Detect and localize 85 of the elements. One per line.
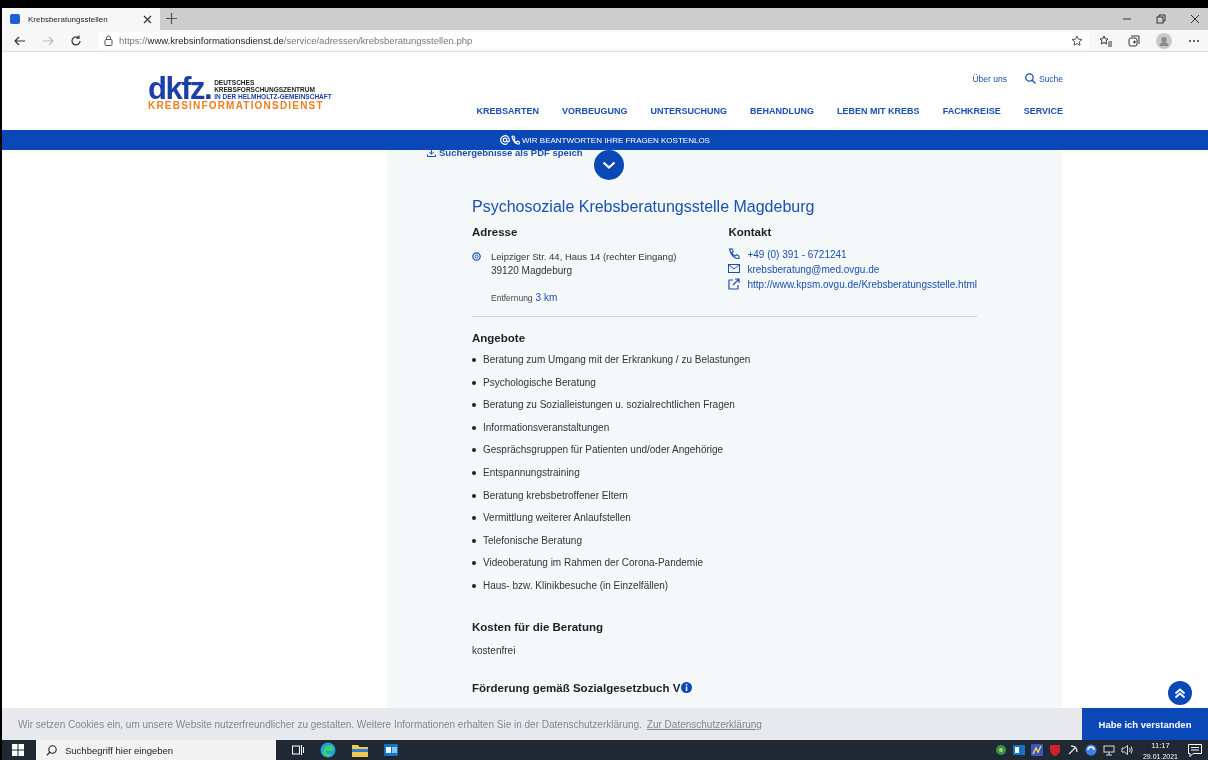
offer-item: Psychologische Beratung — [483, 376, 596, 389]
profile-icon[interactable] — [1156, 32, 1172, 49]
offer-item: Haus- bzw. Klinikbesuche (in Einzelfällen) — [483, 579, 669, 592]
email-link[interactable]: krebsberatung@med.ovgu.de — [747, 263, 880, 275]
section-heading: Kontakt — [728, 226, 773, 238]
chart-icon[interactable] — [1030, 744, 1043, 756]
bullet-icon — [472, 425, 476, 430]
at-phone-icon — [500, 135, 521, 145]
nav-link[interactable]: SERVICE — [1023, 106, 1063, 116]
info-icon[interactable] — [681, 682, 693, 694]
windows-start-icon[interactable] — [12, 744, 24, 756]
network-icon[interactable] — [1102, 744, 1115, 756]
speaker-icon[interactable] — [1120, 744, 1133, 756]
offer-item: Videoberatung im Rahmen der Corona-Pandemie — [483, 557, 703, 570]
external-link-icon — [728, 278, 741, 290]
address-field[interactable]: https://www.krebsinformationsdienst.de/service/adressen/krebsberatungsstellen.php — [98, 32, 1089, 49]
bullet-icon — [472, 516, 476, 521]
bullet-icon — [472, 538, 476, 543]
favorites-icon[interactable] — [1099, 34, 1112, 47]
location-pin-icon — [472, 252, 481, 262]
offer-item: Gesprächsgruppen für Patienten und/oder Angehörige — [483, 444, 724, 457]
notifications-icon[interactable] — [1188, 743, 1202, 757]
bullet-icon — [472, 403, 476, 408]
address-text: 39120 Magdeburg — [491, 264, 574, 278]
section-heading: Förderung gemäß Sozialgesetzbuch V — [472, 681, 681, 694]
close-icon[interactable] — [1190, 14, 1200, 24]
nav-link[interactable]: UNTERSUCHUNG — [650, 106, 728, 116]
nav-link[interactable]: BEHANDLUNG — [750, 106, 815, 116]
reload-icon[interactable] — [70, 34, 82, 47]
download-icon — [427, 148, 436, 157]
taskbar-search-field[interactable]: Suchbegriff hier eingeben — [36, 740, 276, 760]
section-heading: Angebote — [472, 332, 527, 344]
search-icon — [46, 744, 57, 756]
distance-label: Entfernung — [491, 293, 533, 303]
accept-button[interactable]: Habe ich verstanden — [1082, 708, 1208, 740]
envelope-icon — [728, 263, 741, 275]
bullet-icon — [472, 561, 476, 566]
restore-icon[interactable] — [1156, 14, 1166, 24]
offer-item: Vermittlung weiterer Anlaufstellen — [483, 512, 631, 525]
collections-icon[interactable] — [1128, 34, 1140, 47]
expand-button[interactable] — [594, 150, 624, 180]
search-icon — [1024, 73, 1036, 84]
result-title: Psychosoziale Krebsberatungsstelle Magdeburg — [472, 198, 816, 216]
favorite-add-icon[interactable] — [1071, 34, 1083, 47]
scroll-top-button[interactable] — [1168, 681, 1192, 705]
phone-link[interactable]: +49 (0) 391 - 6721241 — [747, 248, 847, 260]
offer-item: Beratung zum Umgang mit der Erkrankung / zu Belastungen — [483, 354, 751, 366]
offer-item: Beratung zu Sozialleistungen u. sozialrechtlichen Fragen — [483, 399, 735, 412]
section-heading: Kosten für die Beratung — [472, 620, 604, 633]
offer-item: Telefonische Beratung — [483, 534, 582, 547]
browser-tab[interactable]: Krebsberatungsstellen — [2, 8, 160, 30]
bullet-icon — [472, 493, 476, 498]
browser-app-icon[interactable] — [320, 742, 336, 758]
bullet-icon — [472, 358, 476, 362]
website-link[interactable]: http://www.kpsm.ovgu.de/Krebsberatungsstelle.html — [747, 278, 977, 290]
offer-item: Entspannungstraining — [483, 466, 580, 479]
bullet-icon — [472, 380, 476, 385]
search-link[interactable]: Suche — [1024, 73, 1063, 84]
header-link[interactable]: Über uns — [972, 73, 1007, 84]
cookie-text: Wir setzen Cookies ein, um unsere Website nutzerfreundlicher zu gestalten. Weitere Informationen erhalten Sie in der Datenschutzerklärung. — [18, 718, 642, 730]
bullet-icon — [472, 470, 476, 475]
section-heading: Adresse — [472, 226, 519, 238]
folder-app-icon[interactable] — [352, 743, 368, 757]
costs-text: kostenfrei — [472, 644, 517, 656]
new-tab-icon[interactable] — [166, 13, 177, 24]
bullet-icon — [472, 583, 476, 588]
back-icon[interactable] — [14, 35, 26, 46]
more-icon[interactable] — [1188, 38, 1200, 43]
task-view-icon[interactable] — [292, 744, 304, 756]
tab-title: Krebsberatungsstellen — [28, 14, 109, 24]
lock-icon — [104, 35, 113, 46]
bullet-icon — [472, 448, 476, 453]
pdf-download-link[interactable]: Suchergebnisse als PDF speich — [427, 147, 583, 158]
offer-item: Informationsveranstaltungen — [483, 421, 610, 434]
address-text: Leipziger Str. 44, Haus 14 (rechter Eingang) — [491, 250, 677, 264]
offer-item: Beratung krebsbetroffener Eltern — [483, 489, 628, 502]
distance-value: 3 km — [535, 292, 558, 303]
nav-link[interactable]: LEBEN MIT KREBS — [837, 106, 920, 116]
favicon-icon — [10, 14, 20, 24]
phone-icon — [728, 248, 741, 260]
nav-link[interactable]: FACHKREISE — [942, 106, 1001, 116]
info-banner[interactable]: WIR BEANTWORTEN IHRE FRAGEN KOSTENLOS — [2, 130, 1208, 150]
nav-link[interactable]: KREBSARTEN — [476, 106, 540, 116]
close-icon[interactable] — [143, 14, 152, 24]
nav-link[interactable]: VORBEUGUNG — [562, 106, 628, 116]
